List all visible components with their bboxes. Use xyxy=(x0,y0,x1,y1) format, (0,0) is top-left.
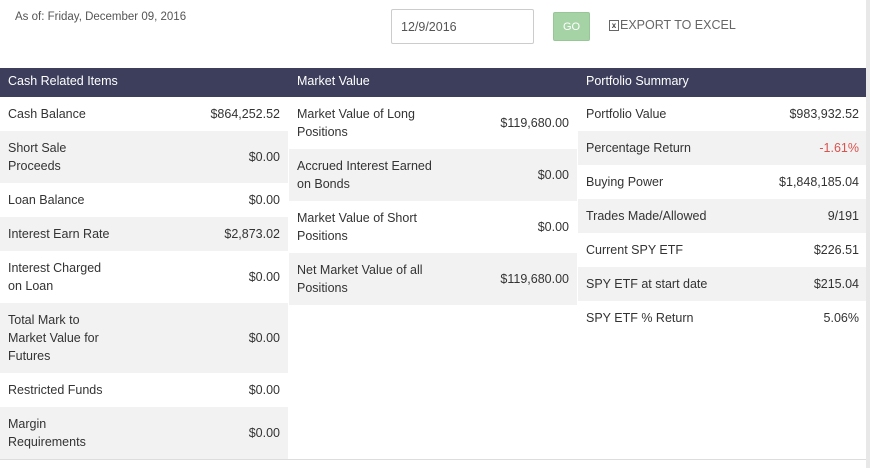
export-to-excel-link[interactable]: x EXPORT TO EXCEL xyxy=(609,18,736,32)
as-of-date: As of: Friday, December 09, 2016 xyxy=(15,11,187,23)
row-value: $2,873.02 xyxy=(224,227,280,241)
date-input[interactable] xyxy=(391,9,534,44)
row-value: $119,680.00 xyxy=(500,116,569,130)
portfolio-row-spy-start-date: SPY ETF at start date $215.04 xyxy=(578,267,866,301)
row-label: Trades Made/Allowed xyxy=(586,209,707,223)
row-value: $0.00 xyxy=(248,150,280,164)
vertical-scrollbar[interactable] xyxy=(866,0,870,468)
row-label: Percentage Return xyxy=(586,141,691,155)
row-value: $0.00 xyxy=(537,220,569,234)
row-value: 9/191 xyxy=(827,209,859,223)
row-value: $0.00 xyxy=(248,331,280,345)
portfolio-row-portfolio-value: Portfolio Value $983,932.52 xyxy=(578,97,866,131)
row-label: Buying Power xyxy=(586,175,664,189)
row-value: $0.00 xyxy=(248,383,280,397)
cash-row-cash-balance: Cash Balance $864,252.52 xyxy=(0,97,288,131)
summary-header-bar xyxy=(0,68,866,97)
row-label: Loan Balance xyxy=(8,193,85,207)
portfolio-section-title: Portfolio Summary xyxy=(586,74,689,88)
row-value: -1.61% xyxy=(819,141,859,155)
row-label: Cash Balance xyxy=(8,107,86,121)
cash-row-short-sale-proceeds: Short Sale Proceeds $0.00 xyxy=(0,131,288,183)
row-label: SPY ETF % Return xyxy=(586,311,694,325)
portfolio-column: Portfolio Value $983,932.52 Percentage R… xyxy=(578,97,866,335)
bottom-divider xyxy=(0,459,866,460)
cash-row-total-mark-to-market: Total Mark to Market Value for Futures $… xyxy=(0,303,288,373)
row-value: $0.00 xyxy=(537,168,569,182)
row-label: SPY ETF at start date xyxy=(586,277,708,291)
row-value: $0.00 xyxy=(248,270,280,284)
row-value: $864,252.52 xyxy=(210,107,280,121)
row-label: Current SPY ETF xyxy=(586,243,684,257)
row-value: $0.00 xyxy=(248,426,280,440)
cash-column: Cash Balance $864,252.52 Short Sale Proc… xyxy=(0,97,288,459)
row-label: Interest Charged on Loan xyxy=(8,261,102,293)
cash-row-interest-charged-on-loan: Interest Charged on Loan $0.00 xyxy=(0,251,288,303)
portfolio-row-current-spy-etf: Current SPY ETF $226.51 xyxy=(578,233,866,267)
market-row-short-positions: Market Value of Short Positions $0.00 xyxy=(289,201,577,253)
row-label: Short Sale Proceeds xyxy=(8,141,67,173)
row-label: Restricted Funds xyxy=(8,383,103,397)
market-row-accrued-interest: Accrued Interest Earned on Bonds $0.00 xyxy=(289,149,577,201)
row-value: $226.51 xyxy=(813,243,859,257)
row-value: $119,680.00 xyxy=(500,272,569,286)
cash-row-restricted-funds: Restricted Funds $0.00 xyxy=(0,373,288,407)
portfolio-row-percentage-return: Percentage Return -1.61% xyxy=(578,131,866,165)
row-value: $983,932.52 xyxy=(789,107,859,121)
cash-row-loan-balance: Loan Balance $0.00 xyxy=(0,183,288,217)
row-value: 5.06% xyxy=(823,311,859,325)
excel-icon: x xyxy=(609,19,619,31)
market-row-long-positions: Market Value of Long Positions $119,680.… xyxy=(289,97,577,149)
row-value: $0.00 xyxy=(248,193,280,207)
go-button[interactable]: GO xyxy=(553,12,590,41)
market-column: Market Value of Long Positions $119,680.… xyxy=(289,97,577,305)
portfolio-row-buying-power: Buying Power $1,848,185.04 xyxy=(578,165,866,199)
row-label: Market Value of Short Positions xyxy=(297,211,417,243)
portfolio-row-trades-made: Trades Made/Allowed 9/191 xyxy=(578,199,866,233)
market-row-net-market-value: Net Market Value of all Positions $119,6… xyxy=(289,253,577,305)
row-label: Total Mark to Market Value for Futures xyxy=(8,313,99,363)
row-label: Portfolio Value xyxy=(586,107,667,121)
row-value: $1,848,185.04 xyxy=(779,175,859,189)
row-label: Accrued Interest Earned on Bonds xyxy=(297,159,432,191)
row-value: $215.04 xyxy=(813,277,859,291)
cash-section-title: Cash Related Items xyxy=(8,74,118,88)
row-label: Net Market Value of all Positions xyxy=(297,263,423,295)
export-label: EXPORT TO EXCEL xyxy=(620,18,736,32)
row-label: Margin Requirements xyxy=(8,417,86,449)
portfolio-row-spy-return: SPY ETF % Return 5.06% xyxy=(578,301,866,335)
market-section-title: Market Value xyxy=(297,74,370,88)
row-label: Market Value of Long Positions xyxy=(297,107,415,139)
cash-row-interest-earn-rate: Interest Earn Rate $2,873.02 xyxy=(0,217,288,251)
cash-row-margin-requirements: Margin Requirements $0.00 xyxy=(0,407,288,459)
row-label: Interest Earn Rate xyxy=(8,227,110,241)
